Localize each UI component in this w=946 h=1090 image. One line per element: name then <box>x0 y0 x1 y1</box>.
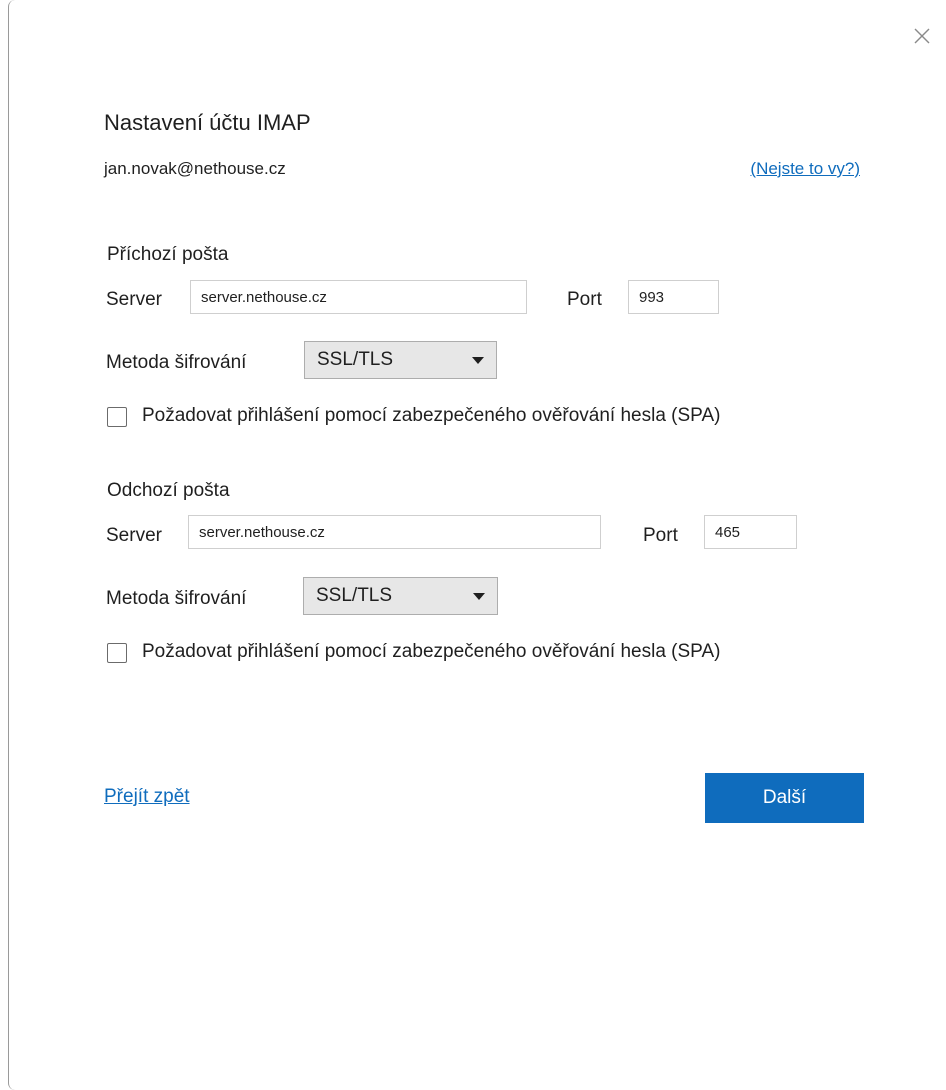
close-icon <box>914 28 930 44</box>
outgoing-encryption-label: Metoda šifrování <box>106 588 247 609</box>
next-button[interactable]: Další <box>705 773 864 823</box>
not-you-link[interactable]: (Nejste to vy?) <box>750 159 860 179</box>
dialog-title: Nastavení účtu IMAP <box>104 110 311 135</box>
outgoing-spa-checkbox[interactable] <box>107 643 127 663</box>
outgoing-section-label: Odchozí pošta <box>107 480 230 501</box>
outgoing-port-input[interactable] <box>704 515 797 549</box>
dialog-left-edge <box>8 0 15 1090</box>
incoming-server-input[interactable] <box>190 280 527 314</box>
outgoing-spa-label[interactable]: Požadovat přihlášení pomocí zabezpečenéh… <box>142 641 720 663</box>
incoming-port-input[interactable] <box>628 280 719 314</box>
outgoing-server-input[interactable] <box>188 515 601 549</box>
close-button[interactable] <box>910 24 934 48</box>
incoming-server-label: Server <box>106 289 162 310</box>
chevron-down-icon <box>472 357 484 364</box>
incoming-encryption-label: Metoda šifrování <box>106 352 247 373</box>
account-email: jan.novak@nethouse.cz <box>104 159 286 178</box>
outgoing-encryption-value: SSL/TLS <box>316 585 393 606</box>
incoming-spa-checkbox[interactable] <box>107 407 127 427</box>
go-back-link[interactable]: Přejít zpět <box>104 786 190 808</box>
incoming-encryption-select[interactable]: SSL/TLS <box>304 341 497 379</box>
outgoing-encryption-select[interactable]: SSL/TLS <box>303 577 498 615</box>
outgoing-port-label: Port <box>643 525 678 546</box>
imap-settings-dialog: Nastavení účtu IMAP jan.novak@nethouse.c… <box>0 0 946 1090</box>
chevron-down-icon <box>473 593 485 600</box>
incoming-spa-label[interactable]: Požadovat přihlášení pomocí zabezpečenéh… <box>142 405 720 427</box>
outgoing-server-label: Server <box>106 525 162 546</box>
incoming-encryption-value: SSL/TLS <box>317 349 394 370</box>
incoming-port-label: Port <box>567 289 602 310</box>
incoming-section-label: Příchozí pošta <box>107 244 229 265</box>
